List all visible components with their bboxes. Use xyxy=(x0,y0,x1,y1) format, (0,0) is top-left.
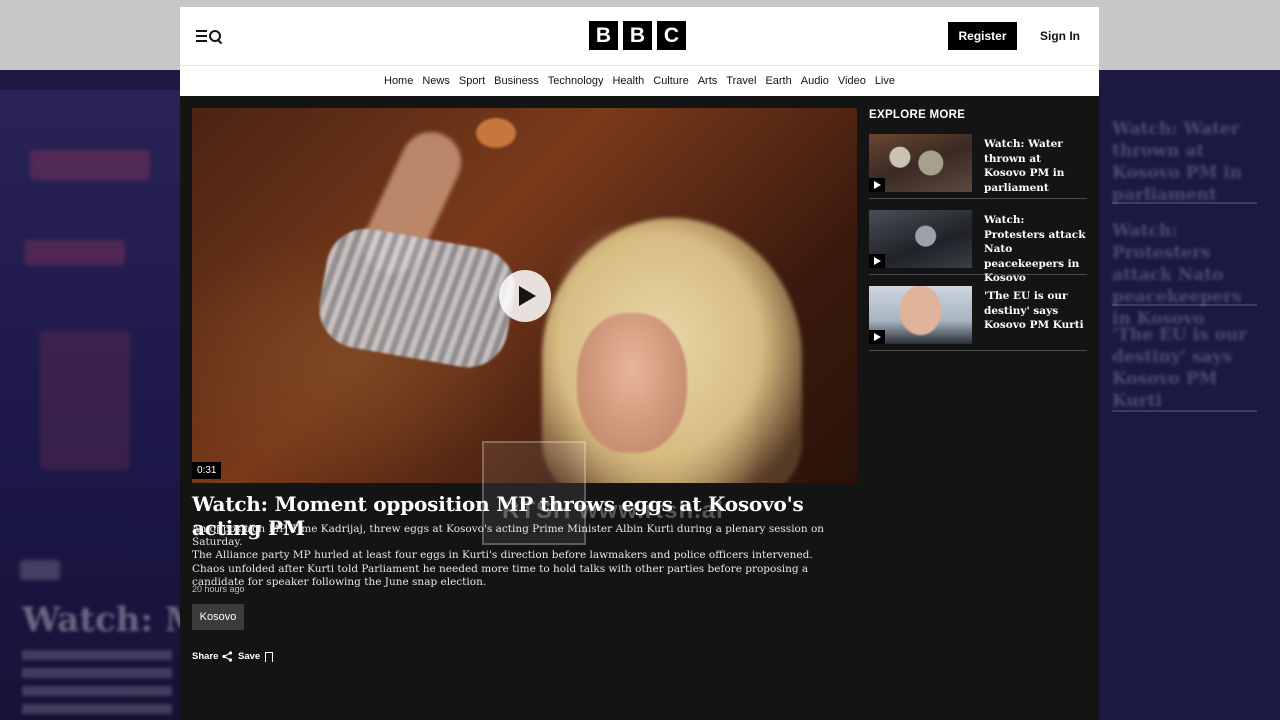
menu-icon xyxy=(196,30,207,42)
summary-paragraph: Chaos unfolded after Kurti told Parliame… xyxy=(192,562,809,588)
nav-item-technology[interactable]: Technology xyxy=(548,75,604,87)
nav-item-live[interactable]: Live xyxy=(875,75,895,87)
nav-item-video[interactable]: Video xyxy=(838,75,866,87)
summary-paragraph: An opposition MP, Time Kadrijaj, threw e… xyxy=(192,523,825,549)
share-icon xyxy=(222,651,233,662)
video-duration: 0:31 xyxy=(192,462,222,479)
video-frame-sleeve xyxy=(313,222,521,374)
nav-item-health[interactable]: Health xyxy=(612,75,644,87)
sign-in-link[interactable]: Sign In xyxy=(1040,29,1080,43)
timestamp: 20 hours ago xyxy=(192,584,245,594)
nav-item-travel[interactable]: Travel xyxy=(726,75,756,87)
main-nav: Home News Sport Business Technology Heal… xyxy=(180,65,1099,96)
bbc-page: B B C Register Sign In Home News Sport B… xyxy=(180,7,1099,720)
explore-item[interactable]: 'The EU is our destiny' says Kosovo PM K… xyxy=(869,286,1087,351)
explore-item[interactable]: Watch: Water thrown at Kosovo PM in parl… xyxy=(869,134,1087,199)
save-label: Save xyxy=(238,651,261,662)
background-explore-item: 'The EU is our destiny' says Kosovo PM K… xyxy=(1112,325,1248,411)
play-icon xyxy=(869,178,885,192)
menu-search-button[interactable] xyxy=(196,27,226,45)
explore-thumbnail xyxy=(869,210,972,268)
logo-letter: C xyxy=(657,21,686,50)
background-summary-lines xyxy=(22,650,172,720)
logo-letter: B xyxy=(623,21,652,50)
search-icon xyxy=(209,30,221,42)
play-icon xyxy=(869,254,885,268)
explore-thumbnail xyxy=(869,134,972,192)
video-frame-egg xyxy=(476,118,516,148)
site-header: B B C Register Sign In xyxy=(180,7,1099,65)
background-explore-item: Watch: Water thrown at Kosovo PM in parl… xyxy=(1112,119,1243,205)
background-explore-item: Watch: Protesters attack Nato peacekeepe… xyxy=(1112,221,1242,329)
background-right-panel: Watch: Water thrown at Kosovo PM in parl… xyxy=(1100,90,1280,720)
explore-headline: Watch: Protesters attack Nato peacekeepe… xyxy=(984,214,1086,284)
nav-item-sport[interactable]: Sport xyxy=(459,75,485,87)
share-label: Share xyxy=(192,651,219,662)
topic-tag[interactable]: Kosovo xyxy=(192,604,244,630)
bookmark-icon xyxy=(265,651,274,665)
register-button[interactable]: Register xyxy=(948,22,1017,50)
save-button[interactable]: Save xyxy=(238,651,274,665)
summary-paragraph: The Alliance party MP hurled at least fo… xyxy=(192,549,813,562)
nav-item-culture[interactable]: Culture xyxy=(653,75,688,87)
article-summary: An opposition MP, Time Kadrijaj, threw e… xyxy=(192,523,842,589)
play-icon[interactable] xyxy=(499,270,551,322)
logo-letter: B xyxy=(589,21,618,50)
explore-headline: Watch: Water thrown at Kosovo PM in parl… xyxy=(984,138,1065,194)
bbc-logo[interactable]: B B C xyxy=(589,21,686,50)
explore-thumbnail xyxy=(869,286,972,344)
nav-item-earth[interactable]: Earth xyxy=(765,75,791,87)
play-icon xyxy=(869,330,885,344)
nav-item-home[interactable]: Home xyxy=(384,75,413,87)
video-player[interactable]: 0:31 xyxy=(192,108,857,483)
explore-more-heading: EXPLORE MORE xyxy=(869,109,966,121)
nav-item-business[interactable]: Business xyxy=(494,75,539,87)
share-button[interactable]: Share xyxy=(192,651,233,662)
nav-item-arts[interactable]: Arts xyxy=(698,75,718,87)
video-frame-face xyxy=(577,313,687,453)
nav-item-audio[interactable]: Audio xyxy=(801,75,829,87)
explore-item[interactable]: Watch: Protesters attack Nato peacekeepe… xyxy=(869,210,1087,284)
nav-item-news[interactable]: News xyxy=(422,75,450,87)
explore-headline: 'The EU is our destiny' says Kosovo PM K… xyxy=(984,290,1084,331)
